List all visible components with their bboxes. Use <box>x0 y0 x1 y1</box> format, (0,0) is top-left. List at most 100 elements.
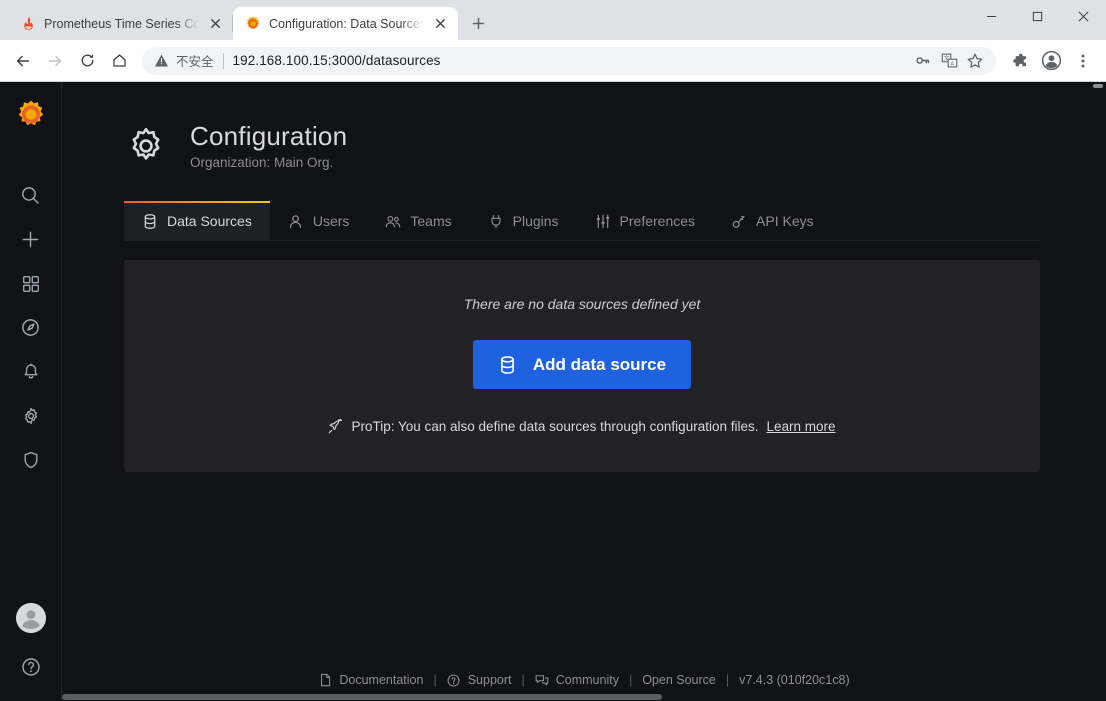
database-icon <box>498 355 517 374</box>
sidebar-item-create[interactable] <box>9 220 53 264</box>
page-viewport: Configuration Organization: Main Org. Da… <box>0 82 1106 701</box>
tab-data-sources[interactable]: Data Sources <box>124 201 270 240</box>
add-data-source-button[interactable]: Add data source <box>473 340 691 389</box>
help-question-icon <box>20 656 42 683</box>
forward-arrow-icon[interactable] <box>40 46 70 76</box>
version-label: v7.4.3 (010f20c1c8) <box>739 673 850 687</box>
chrome-menu-icon[interactable] <box>1068 46 1098 76</box>
vertical-scrollbar-marker[interactable] <box>1093 84 1103 88</box>
sidebar-item-search[interactable] <box>9 176 53 220</box>
search-icon <box>20 185 41 211</box>
omnibox-icons: 文A <box>910 48 988 74</box>
dashboards-grid-icon <box>21 274 41 299</box>
empty-state-message: There are no data sources defined yet <box>144 296 1020 312</box>
gear-icon <box>21 406 41 431</box>
page-footer: Documentation | Support | Community | <box>62 673 1106 687</box>
tab-api-keys[interactable]: API Keys <box>713 201 832 240</box>
address-bar[interactable]: 不安全 192.168.100.15:3000/datasources 文A <box>142 47 996 75</box>
tab-teams[interactable]: Teams <box>367 201 469 240</box>
browser-tabstrip: Prometheus Time Series Collec Configurat… <box>0 0 1106 40</box>
tab-plugins[interactable]: Plugins <box>470 201 577 240</box>
key-icon[interactable] <box>910 48 936 74</box>
tab-preferences[interactable]: Preferences <box>577 201 713 240</box>
home-icon[interactable] <box>104 46 134 76</box>
tab-title: Configuration: Data Sources - <box>269 16 424 32</box>
sidebar-item-help[interactable] <box>9 647 53 691</box>
prometheus-icon <box>20 16 36 32</box>
back-arrow-icon[interactable] <box>8 46 38 76</box>
data-sources-empty-panel: There are no data sources defined yet Ad… <box>124 260 1040 472</box>
minimize-icon[interactable] <box>968 0 1014 32</box>
close-icon[interactable] <box>432 16 448 32</box>
url-text: 192.168.100.15:3000/datasources <box>233 53 441 68</box>
footer-link-label: Documentation <box>339 673 423 687</box>
user-icon <box>288 213 304 229</box>
footer-link-label: Support <box>468 673 512 687</box>
tab-users[interactable]: Users <box>270 201 368 240</box>
footer-link-support[interactable]: Support <box>437 673 522 687</box>
window-controls <box>968 0 1106 40</box>
plug-icon <box>488 213 504 229</box>
page-subtitle: Organization: Main Org. <box>190 155 347 170</box>
horizontal-scrollbar[interactable] <box>62 693 1106 701</box>
svg-text:A: A <box>950 61 954 67</box>
rocket-icon <box>328 419 343 434</box>
shield-icon <box>21 450 41 475</box>
sidebar-item-alerting[interactable] <box>9 352 53 396</box>
security-status-label: 不安全 <box>176 51 214 70</box>
help-circle-icon <box>447 673 461 687</box>
chat-icon <box>535 673 549 687</box>
new-tab-button[interactable] <box>464 9 492 37</box>
omnibox-divider <box>223 53 224 69</box>
svg-text:文: 文 <box>943 54 949 62</box>
document-icon <box>318 673 332 687</box>
sidebar-item-explore[interactable] <box>9 308 53 352</box>
not-secure-warning-icon[interactable] <box>154 53 169 68</box>
footer-link-community[interactable]: Community <box>525 673 629 687</box>
page-title: Configuration <box>190 120 347 152</box>
plus-icon <box>20 229 41 255</box>
bookmark-star-icon[interactable] <box>962 48 988 74</box>
page-header: Configuration Organization: Main Org. <box>124 108 1040 170</box>
grafana-sidebar <box>0 82 62 701</box>
close-icon[interactable] <box>1060 0 1106 32</box>
browser-toolbar-icons <box>1004 46 1098 76</box>
translate-icon[interactable]: 文A <box>936 48 962 74</box>
grafana-icon <box>245 16 261 32</box>
users-group-icon <box>385 213 401 229</box>
user-avatar-icon[interactable] <box>16 603 46 633</box>
extensions-puzzle-icon[interactable] <box>1004 46 1034 76</box>
close-icon[interactable] <box>207 16 223 32</box>
sidebar-item-configuration[interactable] <box>9 396 53 440</box>
grafana-logo-icon[interactable] <box>14 98 48 132</box>
compass-icon <box>20 317 41 343</box>
browser-tab-grafana[interactable]: Configuration: Data Sources - <box>233 7 458 40</box>
browser-tab-prometheus[interactable]: Prometheus Time Series Collec <box>8 7 233 40</box>
tab-label: Preferences <box>620 213 695 229</box>
maximize-icon[interactable] <box>1014 0 1060 32</box>
browser-toolbar: 不安全 192.168.100.15:3000/datasources 文A <box>0 40 1106 82</box>
footer-version: v7.4.3 (010f20c1c8) <box>729 673 860 687</box>
reload-icon[interactable] <box>72 46 102 76</box>
learn-more-link[interactable]: Learn more <box>766 419 835 434</box>
profile-avatar-icon[interactable] <box>1036 46 1066 76</box>
sidebar-item-dashboards[interactable] <box>9 264 53 308</box>
protip-text: ProTip: You can also define data sources… <box>351 419 758 434</box>
config-tab-bar: Data Sources Users Teams <box>124 201 1040 241</box>
grafana-main-content: Configuration Organization: Main Org. Da… <box>62 82 1106 701</box>
tab-label: API Keys <box>756 213 814 229</box>
sliders-icon <box>595 213 611 229</box>
footer-link-open-source[interactable]: Open Source <box>632 673 726 687</box>
database-icon <box>142 213 158 229</box>
sidebar-item-server-admin[interactable] <box>9 440 53 484</box>
bell-icon <box>21 362 41 387</box>
browser-window: Prometheus Time Series Collec Configurat… <box>0 0 1106 701</box>
tab-label: Teams <box>410 213 451 229</box>
footer-link-label: Community <box>556 673 619 687</box>
tab-label: Data Sources <box>167 213 252 229</box>
key-icon <box>731 213 747 229</box>
tab-title: Prometheus Time Series Collec <box>44 16 199 32</box>
scrollbar-thumb[interactable] <box>62 694 662 700</box>
gear-icon <box>124 124 168 168</box>
footer-link-documentation[interactable]: Documentation <box>308 673 433 687</box>
